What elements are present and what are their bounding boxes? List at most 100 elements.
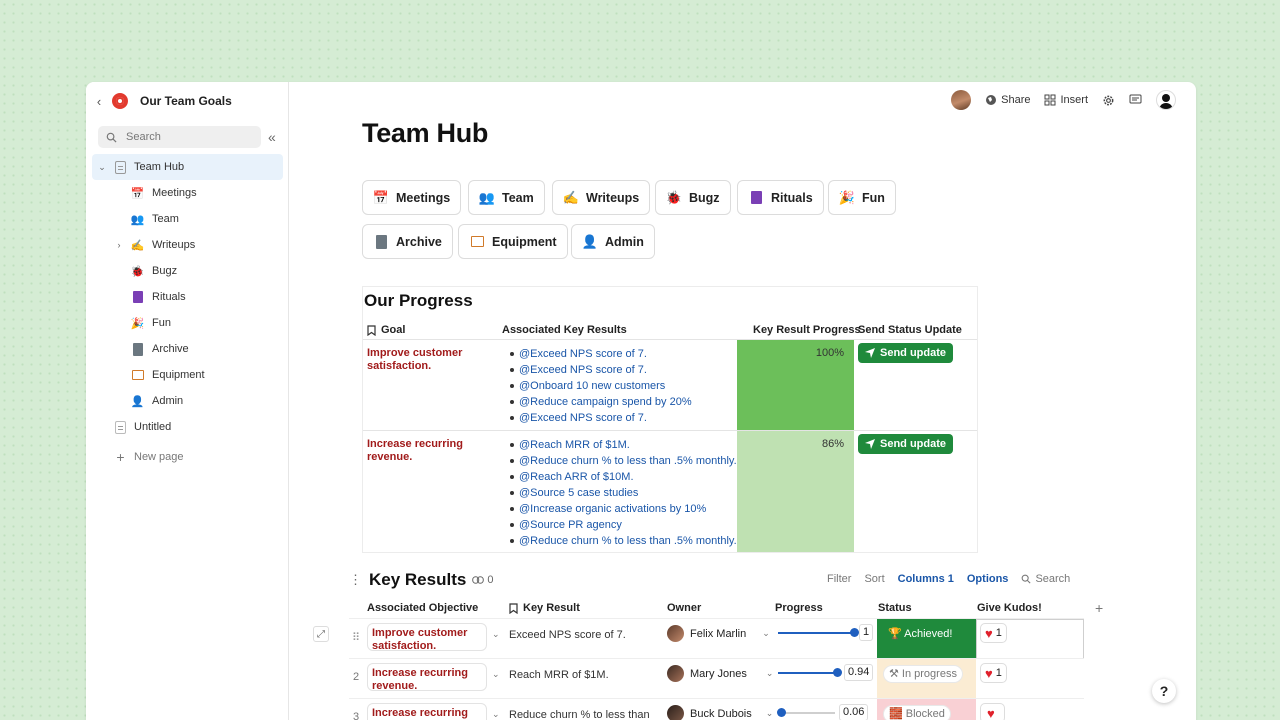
col-objective-header[interactable]: Associated Objective	[367, 602, 478, 614]
kr-mention[interactable]: @Reach MRR of $1M.	[510, 437, 737, 453]
chevron-down-icon[interactable]: ⌄	[766, 708, 774, 719]
chip-archive[interactable]: Archive	[362, 224, 453, 259]
objective-cell[interactable]: Increase recurring revenue.	[367, 663, 487, 691]
link-count[interactable]: 0	[472, 574, 493, 586]
sidebar-item-writeups[interactable]: › ✍ Writeups	[92, 232, 283, 258]
kr-mention[interactable]: @Reduce churn % to less than .5% monthly…	[510, 533, 737, 549]
send-update-header: Send Status Update	[858, 324, 962, 336]
sidebar-item-untitled[interactable]: Untitled	[92, 414, 283, 440]
chip-label: Writeups	[586, 190, 640, 205]
kr-mention[interactable]: @Onboard 10 new customers	[510, 378, 692, 394]
add-column-button[interactable]: +	[1095, 600, 1103, 616]
back-chevron-icon[interactable]: ‹	[92, 94, 106, 109]
help-button[interactable]: ?	[1152, 679, 1176, 703]
sort-button[interactable]: Sort	[864, 573, 884, 585]
objective-cell[interactable]: Improve customer satisfaction.	[367, 623, 487, 651]
chevron-down-icon[interactable]: ⌄	[492, 709, 500, 720]
status-cell[interactable]: ⚒ In progress	[877, 659, 976, 699]
row-number: 3	[352, 711, 360, 720]
chip-equipment[interactable]: Equipment	[458, 224, 568, 259]
sidebar-item-archive[interactable]: Archive	[92, 336, 283, 362]
sidebar-item-team[interactable]: 👥 Team	[92, 206, 283, 232]
kr-mention[interactable]: @Exceed NPS score of 7.	[510, 362, 692, 378]
table-search-button[interactable]: Search	[1021, 573, 1070, 585]
kr-mention[interactable]: @Increase organic activations by 10%	[510, 501, 737, 517]
chip-writeups[interactable]: ✍ Writeups	[552, 180, 651, 215]
chevron-down-icon[interactable]: ⌄	[766, 668, 774, 679]
sidebar-search-input[interactable]: Search	[98, 126, 261, 148]
filter-button[interactable]: Filter	[827, 573, 851, 585]
plus-icon: +	[116, 449, 125, 465]
chip-bugz[interactable]: 🐞 Bugz	[655, 180, 731, 215]
key-result-cell[interactable]: Reduce churn % to less than	[509, 709, 650, 720]
col-owner-header[interactable]: Owner	[667, 602, 701, 614]
chevron-right-icon[interactable]: ›	[114, 240, 124, 250]
status-label: ⚒ In progress	[883, 665, 963, 683]
col-kr-header[interactable]: Key Result	[509, 602, 580, 614]
key-result-cell[interactable]: Exceed NPS score of 7.	[509, 629, 626, 641]
progress-slider[interactable]	[778, 668, 843, 677]
kr-mention[interactable]: @Source 5 case studies	[510, 485, 737, 501]
kudos-button[interactable]: ♥ 1	[980, 623, 1007, 643]
sidebar-item-bugz[interactable]: 🐞 Bugz	[92, 258, 283, 284]
chevron-down-icon[interactable]: ⌄	[97, 162, 107, 173]
doc-title[interactable]: Our Team Goals	[140, 94, 232, 108]
kudos-button[interactable]: ♥ 1	[980, 663, 1007, 683]
kr-mention[interactable]: @Exceed NPS score of 7.	[510, 346, 692, 362]
kr-mention[interactable]: @Source PR agency	[510, 517, 737, 533]
chevron-down-icon[interactable]: ⌄	[492, 629, 500, 640]
columns-button[interactable]: Columns 1	[898, 573, 954, 585]
expand-row-icon[interactable]: ⤢	[313, 626, 329, 642]
owner-cell[interactable]: Mary Jones ⌄	[667, 665, 773, 682]
slider-knob[interactable]	[850, 628, 859, 637]
table-row[interactable]: 3 Increase recurring ⌄ Reduce churn % to…	[349, 698, 1084, 720]
chip-fun[interactable]: 🎉 Fun	[828, 180, 896, 215]
kr-mention[interactable]: @Reach ARR of $10M.	[510, 469, 737, 485]
send-update-button[interactable]: Send update	[858, 343, 954, 363]
sidebar-item-team-hub[interactable]: ⌄ Team Hub	[92, 154, 283, 180]
sidebar-item-fun[interactable]: 🎉 Fun	[92, 310, 283, 336]
table-row[interactable]: ⤢ ⠿ Improve customer satisfaction. ⌄ Exc…	[313, 618, 1084, 659]
new-page-button[interactable]: + New page	[92, 444, 283, 470]
chip-admin[interactable]: 👤 Admin	[571, 224, 655, 259]
owner-cell[interactable]: Felix Marlin ⌄	[667, 625, 770, 642]
kr-mention[interactable]: @Reduce campaign spend by 20%	[510, 394, 692, 410]
kr-mention[interactable]: @Reduce churn % to less than .5% monthly…	[510, 453, 737, 469]
col-progress-header[interactable]: Progress	[775, 602, 823, 614]
options-button[interactable]: Options	[967, 573, 1009, 585]
chevron-down-icon[interactable]: ⌄	[492, 669, 500, 680]
key-result-cell[interactable]: Reach MRR of $1M.	[509, 669, 609, 681]
chip-meetings[interactable]: 📅 Meetings	[362, 180, 462, 215]
sidebar-item-equipment[interactable]: Equipment	[92, 362, 283, 388]
goal-name[interactable]: Improve customer satisfaction.	[367, 347, 487, 373]
chevron-down-icon[interactable]: ⌄	[762, 628, 770, 639]
send-icon	[865, 439, 875, 449]
status-cell[interactable]: 🏆 Achieved!	[877, 619, 976, 659]
progress-value[interactable]: 0.06	[839, 704, 869, 720]
collapse-sidebar-icon[interactable]: «	[268, 129, 276, 145]
drag-handle-icon[interactable]: ⋮	[349, 572, 362, 588]
send-update-button[interactable]: Send update	[858, 434, 954, 454]
progress-value[interactable]: 1	[859, 624, 874, 641]
chip-rituals[interactable]: Rituals	[737, 180, 824, 215]
kudos-button[interactable]: ♥	[980, 703, 1005, 720]
bookmark-icon	[509, 602, 518, 614]
row-drag-handle-icon[interactable]: ⠿	[349, 631, 363, 644]
chip-team[interactable]: 👥 Team	[468, 180, 545, 215]
status-cell[interactable]: 🧱 Blocked	[877, 699, 976, 720]
kr-mention[interactable]: @Exceed NPS score of 7.	[510, 410, 692, 426]
sidebar-item-admin[interactable]: 👤 Admin	[92, 388, 283, 414]
slider-knob[interactable]	[833, 668, 843, 677]
objective-cell[interactable]: Increase recurring	[367, 703, 487, 720]
owner-cell[interactable]: Buck Dubois ⌄	[667, 705, 773, 720]
sidebar-item-meetings[interactable]: 📅 Meetings	[92, 180, 283, 206]
goal-name[interactable]: Increase recurring revenue.	[367, 438, 487, 464]
progress-value[interactable]: 0.94	[844, 664, 874, 681]
progress-slider[interactable]	[778, 628, 859, 637]
col-kudos-header[interactable]: Give Kudos!	[977, 602, 1042, 614]
progress-slider[interactable]	[777, 708, 835, 717]
sidebar-item-rituals[interactable]: Rituals	[92, 284, 283, 310]
col-status-header[interactable]: Status	[878, 602, 912, 614]
slider-knob[interactable]	[777, 708, 787, 717]
table-row[interactable]: 2 Increase recurring revenue. ⌄ Reach MR…	[349, 658, 1084, 699]
